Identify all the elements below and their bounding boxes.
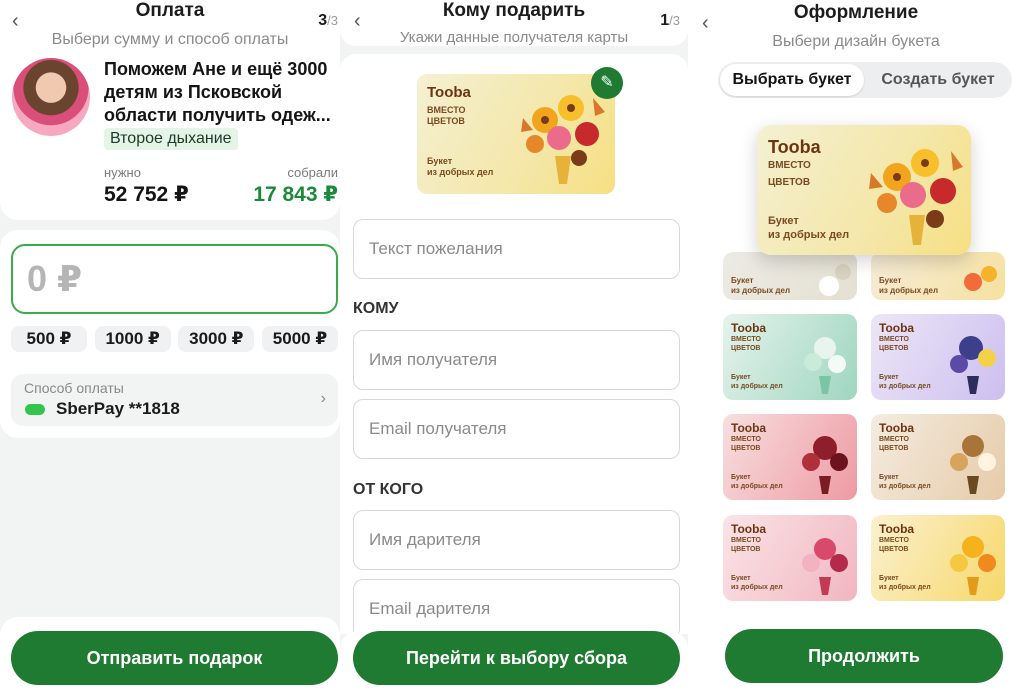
payment-bottom-bar: Отправить подарок <box>0 617 340 699</box>
step-indicator: 1/3 <box>660 12 680 29</box>
bouquet-thumb-partial-2[interactable]: Букет из добрых дел <box>871 252 1005 300</box>
recipient-bottom-bar: Перейти к выбору сбора <box>340 631 688 699</box>
fund-tag-badge: Второе дыхание <box>104 128 238 150</box>
card-text-top: ВМЕСТО ЦВЕТОВ <box>768 160 811 188</box>
bouquet-icon <box>950 536 996 595</box>
recipient-screen: ‹ Кому подарить Укажи данные получателя … <box>340 0 688 699</box>
amount-chip-1000[interactable]: 1000 ₽ <box>94 326 171 352</box>
bouquet-icon <box>869 149 963 245</box>
step-indicator: 3/3 <box>318 12 338 29</box>
bouquet-icon <box>950 336 996 394</box>
card-brand: Tooba <box>768 137 821 157</box>
card-text-bottom: Букет из добрых дел <box>427 156 494 178</box>
send-gift-button[interactable]: Отправить подарок <box>11 631 338 685</box>
edit-pencil-icon[interactable]: ✎ <box>591 67 623 99</box>
amount-chip-3000[interactable]: 3000 ₽ <box>178 326 255 352</box>
page-subtitle: Выбери сумму и способ оплаты <box>51 31 289 48</box>
recipient-form: Tooba ВМЕСТО ЦВЕТОВ Букет из добрых дел ✎ … <box>340 54 688 639</box>
bouquet-thumb-partial-1[interactable]: Букет из добрых дел <box>723 252 857 300</box>
fund-card: Поможем Ане и ещё 3000 детям из Псковско… <box>0 52 340 220</box>
sender-name-input[interactable]: Имя дарителя <box>353 510 680 570</box>
from-section-label: ОТ КОГО <box>353 481 424 498</box>
bouquet-thumb-red[interactable]: Tooba ВМЕСТО ЦВЕТОВ Букет из добрых дел <box>723 414 857 500</box>
fund-title: Поможем Ане и ещё 3000 детям из Псковско… <box>104 59 331 125</box>
payment-method-value: SberPay **1818 <box>56 399 180 418</box>
wish-text-input[interactable]: Текст пожелания <box>353 219 680 279</box>
recipient-header: ‹ Кому подарить Укажи данные получателя … <box>340 0 688 46</box>
choose-fund-button[interactable]: Перейти к выбору сбора <box>353 631 680 685</box>
page-title: Оформление <box>793 2 919 23</box>
payment-method-selector[interactable]: Способ оплаты SberPay **1818 › <box>11 374 338 426</box>
bouquet-icon <box>964 266 997 291</box>
bouquet-thumb-brown[interactable]: Tooba ВМЕСТО ЦВЕТОВ Букет из добрых дел <box>871 414 1005 500</box>
bouquet-thumb-yellow[interactable]: Tooba ВМЕСТО ЦВЕТОВ Букет из добрых дел <box>871 515 1005 601</box>
amount-input[interactable]: 0 ₽ <box>11 244 338 314</box>
recipient-email-input[interactable]: Email получателя <box>353 399 680 459</box>
page-title: Кому подарить <box>442 0 586 21</box>
payment-screen: ‹ Оплата Выбери сумму и способ оплаты 3/… <box>0 0 340 699</box>
card-text-top: ВМЕСТО ЦВЕТОВ <box>427 105 466 127</box>
avatar <box>12 58 90 136</box>
selected-bouquet-card[interactable]: Tooba ВМЕСТО ЦВЕТОВ Букет из добрых дел <box>757 125 971 255</box>
bouquet-thumb-pink[interactable]: Tooba ВМЕСТО ЦВЕТОВ Букет из добрых дел <box>723 515 857 601</box>
continue-button[interactable]: Продолжить <box>725 629 1003 683</box>
card-text-bottom: Букет из добрых дел <box>768 215 850 241</box>
bouquet-icon <box>950 435 996 494</box>
bouquet-thumb-mint[interactable]: Tooba ВМЕСТО ЦВЕТОВ Букет из добрых дел <box>723 314 857 400</box>
need-label: нужно <box>104 165 141 180</box>
page-subtitle: Укажи данные получателя карты <box>399 29 629 46</box>
collected-label: собрали <box>287 165 338 180</box>
amount-card: 0 ₽ 500 ₽ 1000 ₽ 3000 ₽ 5000 ₽ Способ оп… <box>0 230 340 438</box>
sender-email-input[interactable]: Email дарителя <box>353 579 680 639</box>
bouquet-thumb-violet[interactable]: Tooba ВМЕСТО ЦВЕТОВ Букет из добрых дел <box>871 314 1005 400</box>
card-brand: Tooba <box>427 84 471 101</box>
amount-chip-500[interactable]: 500 ₽ <box>11 326 87 352</box>
need-value: 52 752 ₽ <box>104 183 189 206</box>
payment-header: ‹ Оплата Выбери сумму и способ оплаты 3/… <box>0 0 340 52</box>
payment-method-label: Способ оплаты <box>24 380 124 396</box>
bouquet-icon <box>804 337 846 394</box>
to-section-label: КОМУ <box>353 300 399 317</box>
tab-choose-bouquet[interactable]: Выбрать букет <box>720 64 864 96</box>
tab-create-bouquet[interactable]: Создать букет <box>866 64 1010 96</box>
amount-chip-5000[interactable]: 5000 ₽ <box>261 326 338 352</box>
design-bottom-bar: Продолжить <box>688 629 1024 699</box>
gift-card-preview[interactable]: Tooba ВМЕСТО ЦВЕТОВ Букет из добрых дел <box>417 74 615 194</box>
recipient-name-input[interactable]: Имя получателя <box>353 330 680 390</box>
bouquet-icon <box>819 264 851 296</box>
amount-chips: 500 ₽ 1000 ₽ 3000 ₽ 5000 ₽ <box>11 326 338 352</box>
chevron-right-icon: › <box>320 390 326 407</box>
design-mode-switch: Выбрать букет Создать букет <box>718 62 1012 98</box>
collected-value: 17 843 ₽ <box>253 183 338 206</box>
bouquet-icon <box>802 538 848 595</box>
page-subtitle: Выбери дизайн букета <box>772 33 940 50</box>
bouquet-icon <box>802 436 848 494</box>
sberpay-icon <box>25 404 45 415</box>
design-screen: ‹ Оформление Выбери дизайн букета Выбрат… <box>688 0 1024 699</box>
page-title: Оплата <box>135 0 205 21</box>
